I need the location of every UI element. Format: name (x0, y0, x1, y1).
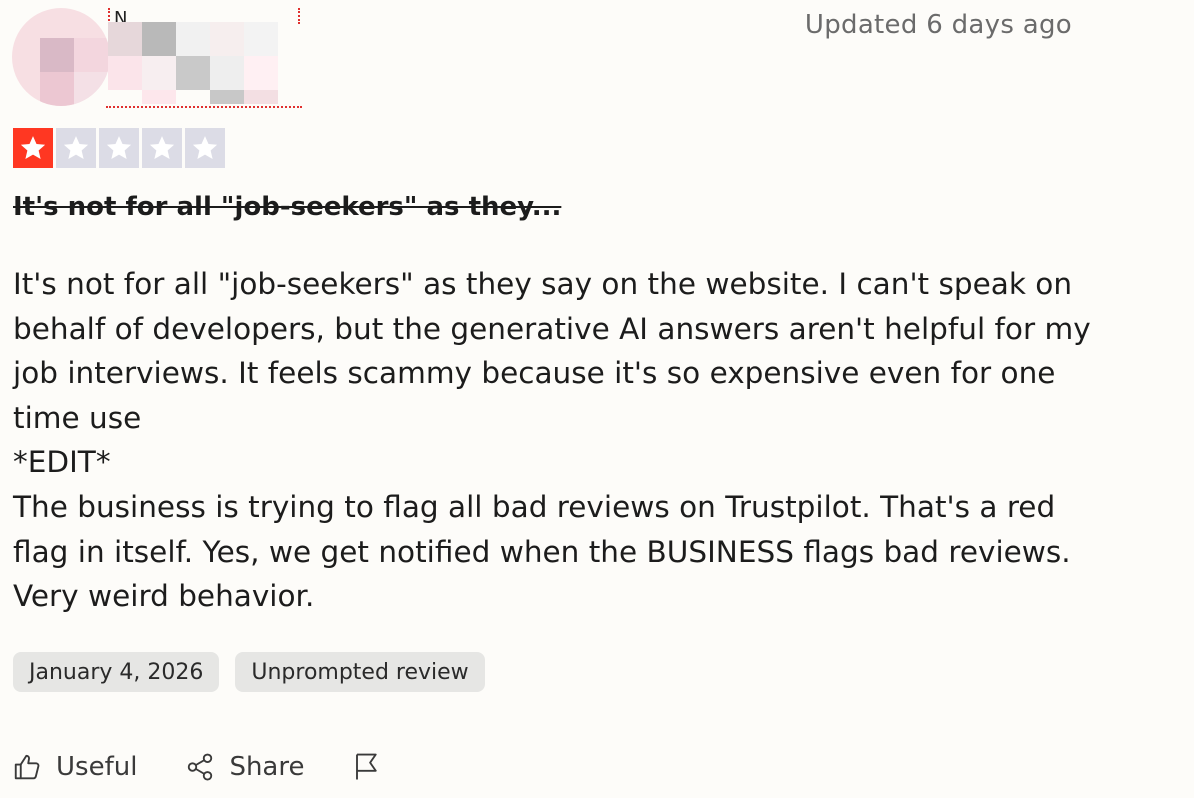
review-meta-chips: January 4, 2026 Unprompted review (13, 652, 485, 692)
star-icon (20, 136, 46, 159)
share-label: Share (229, 752, 305, 782)
star-empty (99, 128, 139, 168)
star-filled (13, 128, 53, 168)
review-card: N Updated 6 days ago It's not for all "j… (0, 0, 1194, 798)
useful-label: Useful (56, 752, 138, 782)
star-icon (149, 136, 175, 159)
share-button[interactable]: Share (185, 752, 304, 782)
review-actions: Useful Share (12, 752, 382, 782)
thumbs-up-icon (14, 754, 40, 780)
star-empty (56, 128, 96, 168)
review-paragraph: It's not for all "job-seekers" as they s… (13, 267, 1091, 435)
flag-icon (356, 753, 378, 780)
star-icon (106, 136, 132, 159)
review-paragraph: The business is trying to flag all bad r… (13, 489, 1071, 614)
star-icon (63, 136, 89, 159)
reviewer-header: N (12, 4, 302, 108)
star-empty (185, 128, 225, 168)
avatar[interactable] (12, 8, 110, 106)
useful-button[interactable]: Useful (12, 752, 137, 782)
star-rating (13, 128, 225, 168)
review-edit-marker: *EDIT* (13, 445, 111, 480)
share-icon (188, 753, 213, 781)
review-type-chip[interactable]: Unprompted review (235, 652, 485, 692)
reviewer-name-redacted[interactable]: N (106, 8, 302, 108)
review-body: It's not for all "job-seekers" as they s… (13, 262, 1093, 619)
experience-date-chip: January 4, 2026 (13, 652, 220, 692)
star-empty (142, 128, 182, 168)
updated-timestamp: Updated 6 days ago (804, 10, 1072, 40)
star-icon (192, 136, 218, 159)
report-flag-button[interactable] (352, 752, 382, 782)
review-title[interactable]: It's not for all "job-seekers" as they..… (13, 192, 561, 222)
